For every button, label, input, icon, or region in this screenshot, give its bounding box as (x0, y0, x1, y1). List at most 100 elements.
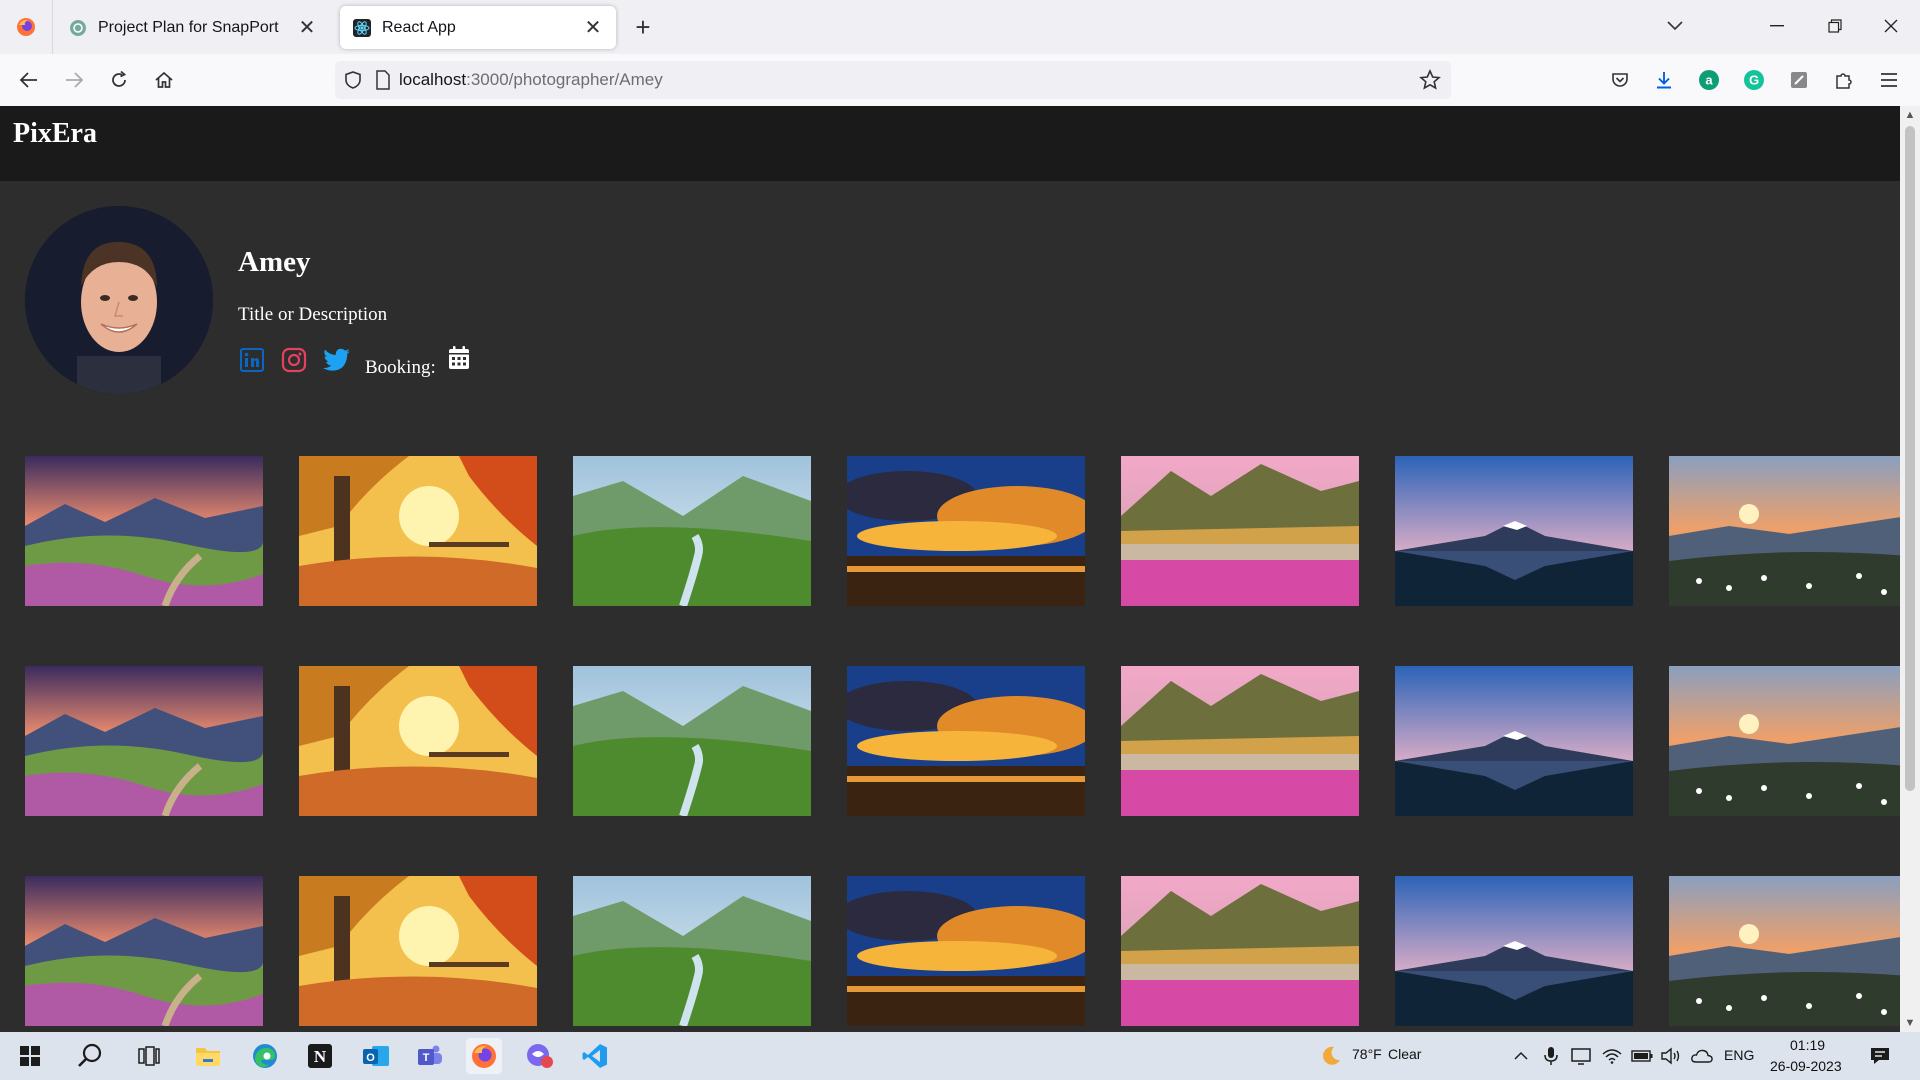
url-text[interactable]: localhost:3000/photographer/Amey (399, 70, 663, 90)
grammarly-a-extension-icon[interactable]: a (1692, 63, 1726, 97)
gallery-photo[interactable] (847, 666, 1085, 816)
tab-react-app[interactable]: React App ✕ (340, 6, 616, 49)
list-tabs-icon[interactable] (1655, 8, 1695, 44)
gallery-photo[interactable] (25, 666, 263, 816)
mountain-pink-flowers-photo (1121, 666, 1359, 816)
firefox-taskbar-icon[interactable] (466, 1038, 502, 1074)
gallery-photo[interactable] (1395, 456, 1633, 606)
downloads-icon[interactable] (1647, 63, 1681, 97)
close-tab-icon[interactable]: ✕ (296, 17, 318, 39)
teams-icon[interactable]: T (412, 1038, 448, 1074)
gallery-photo[interactable] (1395, 876, 1633, 1026)
scroll-down-icon[interactable]: ▼ (1900, 1014, 1920, 1032)
svg-text:G: G (1749, 73, 1759, 88)
weather-moon-icon[interactable] (1313, 1038, 1349, 1074)
app-header: PixEra (0, 106, 1900, 181)
task-view-icon[interactable] (131, 1038, 167, 1074)
gallery-photo[interactable] (1121, 666, 1359, 816)
snow-peak-lake-reflection-photo (1395, 876, 1633, 1026)
gallery-photo[interactable] (847, 876, 1085, 1026)
scroll-up-icon[interactable]: ▲ (1900, 106, 1920, 124)
forward-arrow-icon[interactable] (57, 63, 91, 97)
lake-sunset-clouds-photo (847, 666, 1085, 816)
close-window-icon[interactable] (1871, 8, 1911, 44)
gallery-photo[interactable] (25, 456, 263, 606)
gallery-photo[interactable] (573, 456, 811, 606)
windows-start-icon[interactable] (12, 1038, 48, 1074)
gallery-photo[interactable] (1669, 666, 1900, 816)
avatar (25, 206, 213, 394)
clock-date[interactable]: 26-09-2023 (1770, 1058, 1842, 1074)
address-bar[interactable]: localhost:3000/photographer/Amey (335, 61, 1451, 99)
minimize-window-icon[interactable] (1757, 8, 1797, 44)
svg-text:a: a (1705, 73, 1713, 88)
green-valley-stream-photo (573, 666, 811, 816)
mountain-pink-flowers-photo (1121, 456, 1359, 606)
search-icon[interactable] (72, 1038, 108, 1074)
back-arrow-icon[interactable] (12, 63, 46, 97)
instagram-icon[interactable] (280, 346, 308, 374)
extensions-puzzle-icon[interactable] (1827, 63, 1861, 97)
gallery-photo[interactable] (299, 876, 537, 1026)
new-tab-button[interactable]: + (628, 12, 658, 42)
gallery-photo[interactable] (299, 456, 537, 606)
weather-desc[interactable]: Clear (1388, 1046, 1421, 1062)
gallery-photo[interactable] (573, 666, 811, 816)
mountain-sunrise-daisies-photo (1669, 456, 1900, 606)
tab-title: Project Plan for SnapPort (98, 18, 279, 36)
linkedin-icon[interactable] (238, 346, 266, 374)
url-path: :3000/photographer/Amey (466, 70, 663, 89)
file-explorer-icon[interactable] (190, 1038, 226, 1074)
vertical-scrollbar[interactable]: ▲ ▼ (1900, 106, 1920, 1032)
gallery-photo[interactable] (1669, 876, 1900, 1026)
vscode-icon[interactable] (577, 1038, 613, 1074)
gallery-photo[interactable] (1669, 456, 1900, 606)
page-viewport: PixEra Amey Title or Description Booking… (0, 106, 1900, 1032)
language-indicator[interactable]: ENG (1724, 1047, 1754, 1063)
photographer-name: Amey (238, 246, 311, 278)
notion-icon[interactable]: N (302, 1038, 338, 1074)
close-tab-icon[interactable]: ✕ (582, 17, 604, 39)
photographer-description: Title or Description (238, 304, 388, 325)
valley-flowers-sunset-photo (25, 876, 263, 1026)
restore-window-icon[interactable] (1815, 8, 1855, 44)
gallery-photo[interactable] (1121, 876, 1359, 1026)
gallery-photo[interactable] (1121, 456, 1359, 606)
brand-logo[interactable]: PixEra (13, 118, 97, 150)
gallery-photo[interactable] (573, 876, 811, 1026)
page-info-icon[interactable] (375, 70, 391, 90)
url-host: localhost (399, 70, 467, 89)
pocket-icon[interactable] (1603, 63, 1637, 97)
autumn-park-bridge-photo (299, 666, 537, 816)
clock-time[interactable]: 01:19 (1790, 1037, 1825, 1053)
twitter-icon[interactable] (323, 346, 351, 374)
onedrive-cloud-icon[interactable] (1684, 1038, 1720, 1074)
home-icon[interactable] (147, 63, 181, 97)
notifications-icon[interactable] (1862, 1038, 1898, 1074)
gallery-photo[interactable] (299, 666, 537, 816)
gallery-photo[interactable] (847, 456, 1085, 606)
grammarly-extension-icon[interactable]: G (1737, 63, 1771, 97)
tab-project-plan[interactable]: Project Plan for SnapPort ✕ (56, 6, 330, 49)
firefox-menu-icon[interactable] (0, 0, 53, 54)
valley-flowers-sunset-photo (25, 666, 263, 816)
windows-taskbar: N O T 78°F Clear ENG 01:19 26-09-2023 (0, 1032, 1920, 1080)
green-valley-stream-photo (573, 876, 811, 1026)
mountain-pink-flowers-photo (1121, 876, 1359, 1026)
svg-text:N: N (314, 1047, 327, 1066)
app-menu-icon[interactable] (1872, 63, 1906, 97)
edit-extension-icon[interactable] (1782, 63, 1816, 97)
chat-app-icon[interactable] (522, 1038, 558, 1074)
gallery-photo[interactable] (1395, 666, 1633, 816)
bookmark-star-icon[interactable] (1419, 69, 1441, 91)
snow-peak-lake-reflection-photo (1395, 456, 1633, 606)
edge-browser-icon[interactable] (247, 1038, 283, 1074)
autumn-park-bridge-photo (299, 456, 537, 606)
calendar-icon[interactable] (445, 344, 473, 372)
tracking-shield-icon[interactable] (343, 70, 363, 90)
reload-icon[interactable] (102, 63, 136, 97)
scrollbar-thumb[interactable] (1905, 126, 1915, 791)
outlook-icon[interactable]: O (358, 1038, 394, 1074)
weather-temp[interactable]: 78°F (1352, 1046, 1382, 1062)
gallery-photo[interactable] (25, 876, 263, 1026)
